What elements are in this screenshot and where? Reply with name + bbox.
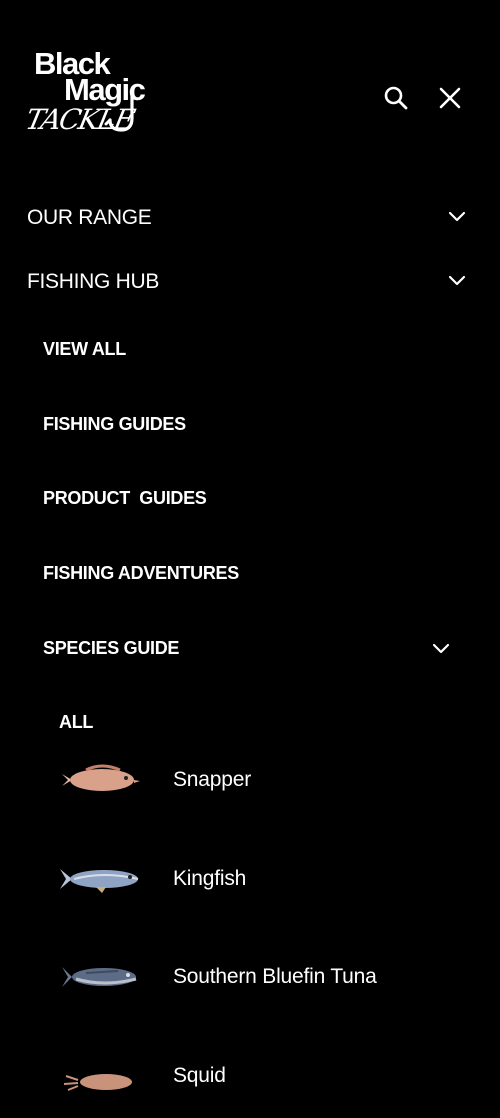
species-item-kingfish[interactable]: Kingfish (0, 841, 500, 921)
submenu-item-fishing-adventures[interactable]: FISHING ADVENTURES (0, 557, 500, 589)
squid-icon (63, 1074, 132, 1091)
submenu-item-label: FISHING GUIDES (43, 413, 186, 434)
close-icon (439, 87, 461, 109)
species-item-squid[interactable]: Squid (0, 1038, 500, 1118)
species-item-southern-bluefin-tuna[interactable]: Southern Bluefin Tuna (0, 939, 500, 1019)
species-name: Squid (173, 1064, 226, 1087)
species-item-snapper[interactable]: Snapper (0, 742, 500, 822)
tuna-fish-icon (62, 967, 137, 987)
submenu-item-species-guide[interactable]: SPECIES GUIDE (0, 632, 500, 664)
search-button[interactable] (380, 82, 412, 114)
submenu-item-label: VIEW ALL (43, 338, 126, 359)
chevron-down-icon[interactable] (448, 275, 466, 287)
species-name: Southern Bluefin Tuna (173, 965, 377, 988)
close-menu-button[interactable] (434, 82, 466, 114)
chevron-down-icon[interactable] (448, 211, 466, 223)
submenu-item-label: SPECIES GUIDE (43, 637, 180, 658)
brand-logo[interactable]: Black Magic TACKLE (23, 48, 174, 148)
species-all-label: ALL (59, 711, 94, 732)
chevron-down-icon[interactable] (432, 643, 450, 655)
snapper-fish-icon (62, 764, 140, 791)
menu-item-label: FISHING HUB (27, 270, 160, 293)
menu-item-our-range[interactable]: OUR RANGE (0, 198, 500, 238)
menu-item-label: OUR RANGE (27, 206, 152, 229)
species-name: Kingfish (173, 867, 247, 890)
submenu-item-label: FISHING ADVENTURES (43, 562, 239, 583)
submenu-item-fishing-guides[interactable]: FISHING GUIDES (0, 408, 500, 440)
submenu-item-view-all[interactable]: VIEW ALL (0, 333, 500, 365)
submenu-item-label: PRODUCT GUIDES (43, 487, 207, 508)
fish-hook-icon (104, 92, 134, 132)
species-name: Snapper (173, 768, 251, 791)
submenu-item-product-guides[interactable]: PRODUCT GUIDES (0, 482, 500, 514)
kingfish-fish-icon (60, 869, 139, 893)
menu-item-fishing-hub[interactable]: FISHING HUB (0, 262, 500, 302)
search-icon (384, 86, 408, 110)
species-item-all[interactable]: ALL (0, 706, 500, 738)
